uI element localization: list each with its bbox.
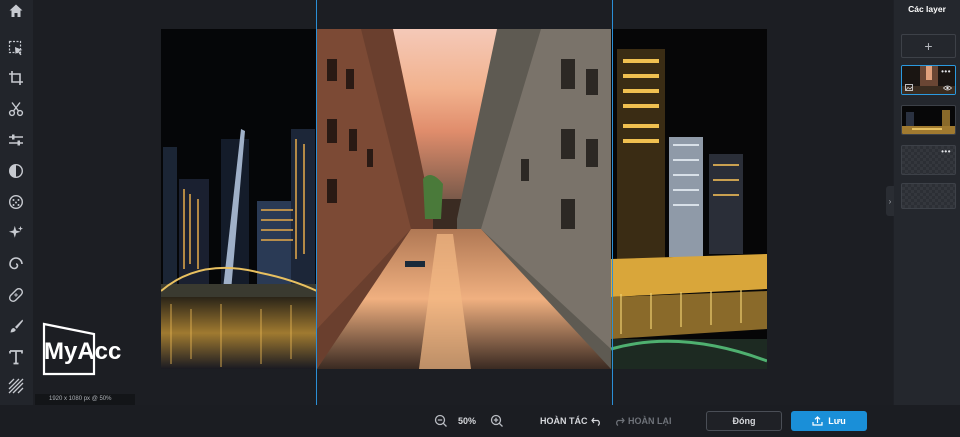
image-layer-icon: [905, 84, 913, 91]
watermark-logo: MyAcc: [42, 322, 142, 377]
home-icon[interactable]: [5, 0, 27, 22]
bandage-icon[interactable]: [5, 284, 27, 306]
add-layer-button[interactable]: +: [901, 34, 956, 58]
layer-item[interactable]: [901, 105, 956, 135]
chevron-right-icon: ›: [888, 196, 892, 206]
undo-label: HOÀN TÁC: [540, 416, 588, 426]
scissors-icon[interactable]: [5, 98, 27, 120]
layer-thumbnail: [902, 106, 955, 134]
texture-icon[interactable]: [5, 191, 27, 213]
layers-panel: Các layer + ••• •••: [894, 0, 960, 405]
canvas-photo[interactable]: [161, 29, 767, 369]
swirl-icon[interactable]: [5, 253, 27, 275]
redo-label: HOÀN LẠI: [628, 416, 672, 426]
canvas-workspace[interactable]: [33, 0, 893, 405]
zoom-in-icon[interactable]: [490, 414, 504, 428]
layers-title: Các layer: [908, 4, 946, 14]
save-label: Lưu: [828, 416, 846, 426]
editor-app: 1920 x 1080 px @ 50% MyAcc 50% HOÀN TÁC …: [0, 0, 960, 437]
zoom-out-icon[interactable]: [434, 414, 448, 428]
eye-icon[interactable]: [943, 85, 952, 91]
pattern-icon[interactable]: [5, 375, 27, 397]
bottom-bar: 50% HOÀN TÁC HOÀN LẠI Đóng Lưu: [0, 405, 960, 437]
left-toolbar: [0, 0, 33, 437]
zoom-level: 50%: [458, 416, 477, 426]
text-icon[interactable]: [5, 346, 27, 368]
panel-collapse-handle[interactable]: ›: [886, 186, 894, 216]
layer-item[interactable]: [901, 183, 956, 209]
collage-image: [161, 29, 767, 369]
contrast-icon[interactable]: [5, 160, 27, 182]
adjust-sliders-icon[interactable]: [5, 129, 27, 151]
layer-item[interactable]: •••: [901, 65, 956, 95]
crop-icon[interactable]: [5, 67, 27, 89]
layer-more-menu[interactable]: •••: [941, 67, 951, 76]
select-arrow-icon[interactable]: [5, 37, 27, 59]
guide-line-left[interactable]: [316, 0, 317, 405]
sparkle-icon[interactable]: [5, 222, 27, 244]
close-button[interactable]: Đóng: [706, 411, 782, 431]
undo-icon: [590, 417, 600, 426]
guide-line-right[interactable]: [612, 0, 613, 405]
redo-button[interactable]: HOÀN LẠI: [614, 416, 672, 426]
redo-icon: [616, 417, 625, 426]
save-button[interactable]: Lưu: [791, 411, 867, 431]
canvas-size-info: 1920 x 1080 px @ 50%: [35, 394, 135, 405]
upload-icon: [812, 416, 823, 426]
svg-text:MyAcc: MyAcc: [44, 338, 121, 365]
undo-button[interactable]: HOÀN TÁC: [540, 416, 602, 426]
layer-item[interactable]: •••: [901, 145, 956, 175]
brush-icon[interactable]: [5, 315, 27, 337]
layer-more-menu[interactable]: •••: [941, 147, 951, 156]
